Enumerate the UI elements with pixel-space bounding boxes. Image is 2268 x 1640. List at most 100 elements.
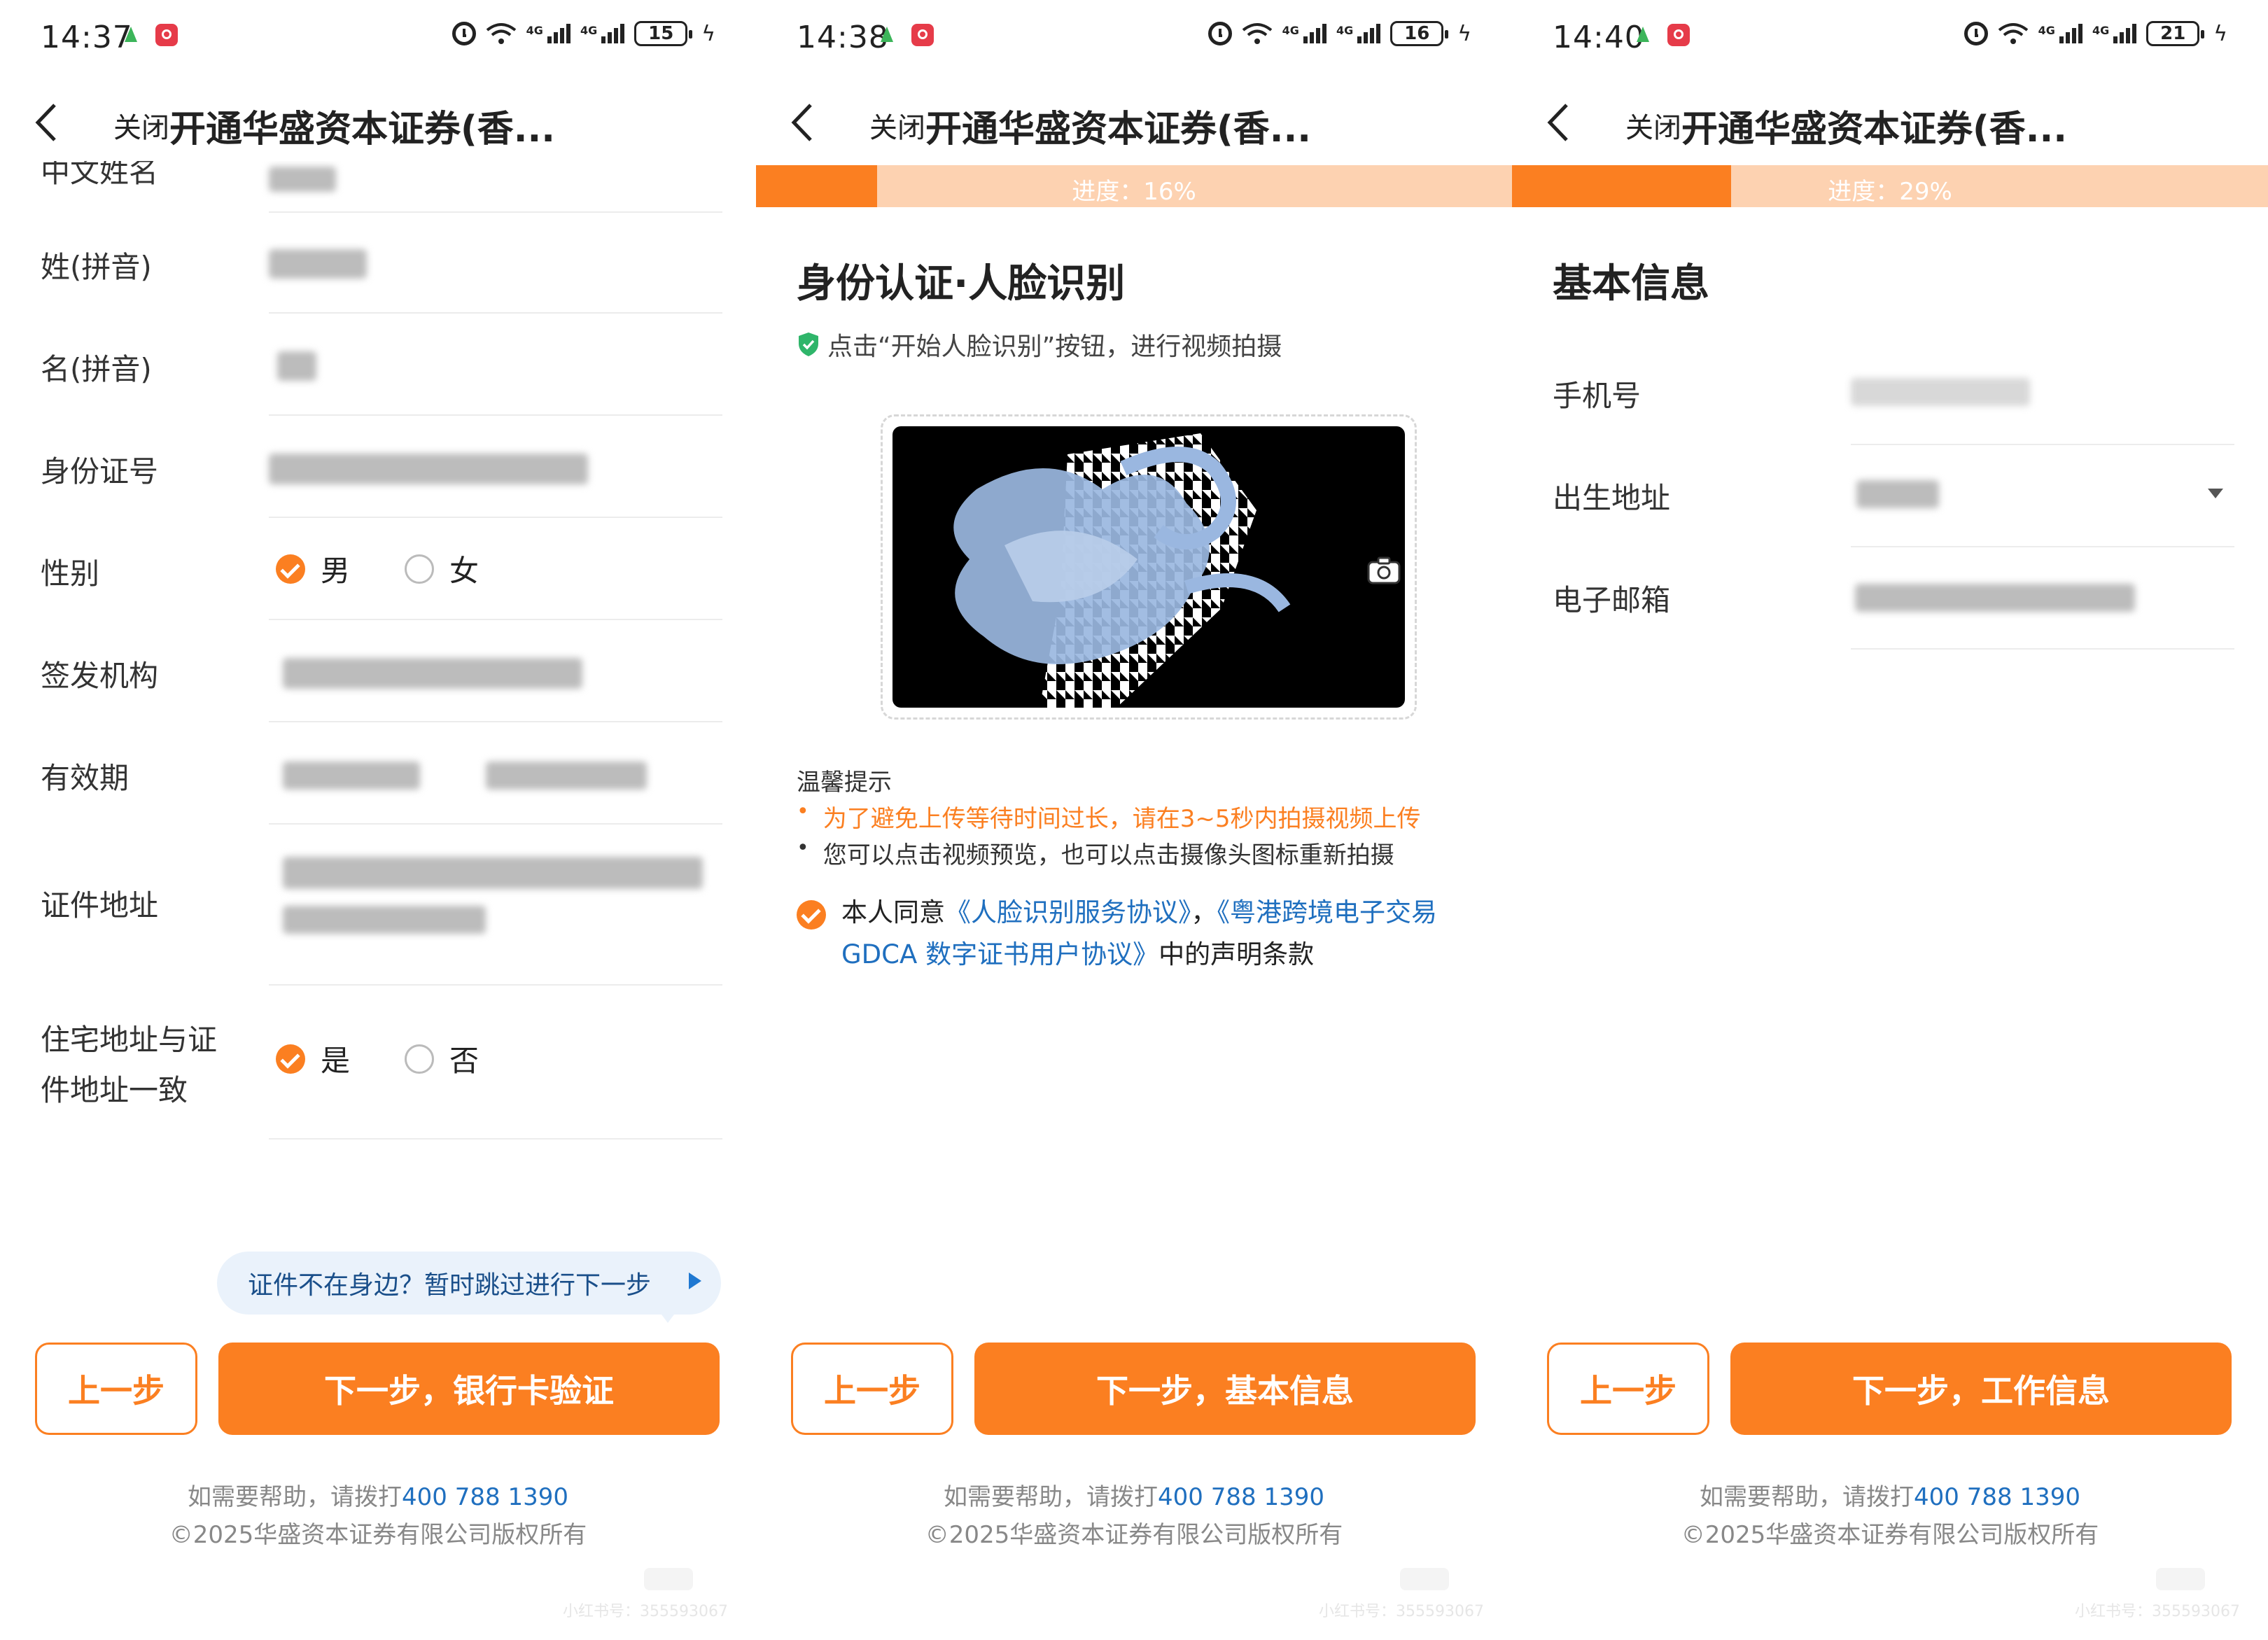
radio-checked-icon xyxy=(276,1044,305,1074)
signal-icon: 4G xyxy=(1282,24,1326,43)
signal-icon: 4G xyxy=(2038,24,2082,43)
agreement-checkbox[interactable] xyxy=(797,900,826,930)
help-phone-link[interactable]: 400 788 1390 xyxy=(1914,1483,2080,1511)
row-divider xyxy=(269,721,722,722)
row-divider xyxy=(1851,444,2234,445)
radio-unchecked-icon xyxy=(405,1044,434,1074)
help-text: 如需要帮助，请拨打 xyxy=(1700,1483,1914,1511)
watermark: 小红书号：355593067 xyxy=(563,1603,728,1620)
camera-icon[interactable] xyxy=(1367,556,1401,584)
instruction-hint: 点击“开始人脸识别”按钮，进行视频拍摄 xyxy=(797,326,1282,363)
next-step-button[interactable]: 下一步，银行卡验证 xyxy=(218,1343,720,1435)
gender-option-label: 男 xyxy=(321,554,351,588)
app-notification-icon xyxy=(1667,24,1690,46)
help-phone-link[interactable]: 400 788 1390 xyxy=(1158,1483,1324,1511)
gender-option-female[interactable]: 女 xyxy=(405,547,479,590)
copyright: ©2025华盛资本证券有限公司版权所有 xyxy=(169,1521,587,1549)
address-match-yes[interactable]: 是 xyxy=(276,1037,350,1080)
back-arrow-icon[interactable] xyxy=(34,102,59,143)
nav-header: 关闭 开通华盛资本证券(香... xyxy=(1512,84,2268,161)
page-title: 开通华盛资本证券(香... xyxy=(925,108,1312,150)
battery-icon: 16 xyxy=(1390,21,1449,46)
help-phone-link[interactable]: 400 788 1390 xyxy=(402,1483,568,1511)
close-link[interactable]: 关闭 xyxy=(869,105,925,146)
face-service-agreement-link[interactable]: 《人脸识别服务协议》 xyxy=(945,897,1191,927)
status-icons: 4G 4G 15 ϟ xyxy=(451,21,715,46)
signal-icon-2: 4G xyxy=(2092,24,2137,43)
battery-icon: 21 xyxy=(2146,21,2205,46)
field-label-issuing-authority: 签发机构 xyxy=(41,659,159,693)
id-address-input[interactable] xyxy=(283,857,703,889)
gender-option-male[interactable]: 男 xyxy=(276,547,350,590)
surname-input[interactable] xyxy=(269,249,367,279)
tips-title: 温馨提示 xyxy=(797,769,892,797)
row-divider xyxy=(269,312,722,314)
prev-step-button[interactable]: 上一步 xyxy=(35,1343,197,1435)
address-match-option-label: 是 xyxy=(321,1044,351,1078)
agreement-text: 本人同意《人脸识别服务协议》，《粤港跨境电子交易GDCA 数字证书用户协议》中的… xyxy=(841,892,1485,976)
wifi-icon xyxy=(1242,23,1272,44)
field-label-phone: 手机号 xyxy=(1553,379,1642,413)
alarm-icon xyxy=(1208,22,1232,45)
next-step-button[interactable]: 下一步，基本信息 xyxy=(974,1343,1476,1435)
field-label-gender: 性别 xyxy=(41,556,100,591)
back-arrow-icon[interactable] xyxy=(790,102,815,143)
help-line: 如需要帮助，请拨打400 788 1390 xyxy=(0,1478,756,1516)
battery-icon: 15 xyxy=(634,21,693,46)
status-bar: 14:40 4G 4G 21 ϟ xyxy=(1512,0,2268,77)
next-step-button[interactable]: 下一步，工作信息 xyxy=(1730,1343,2232,1435)
progress-bar: 进度：16% xyxy=(756,165,1512,207)
field-label-id-number: 身份证号 xyxy=(41,454,159,489)
video-thumbnail[interactable] xyxy=(892,426,1405,708)
nav-header: 关闭 开通华盛资本证券(香... xyxy=(0,84,756,161)
status-icons: 4G 4G 16 ϟ xyxy=(1208,21,1471,46)
address-match-no[interactable]: 否 xyxy=(405,1037,479,1080)
section-title: 基本信息 xyxy=(1553,261,1709,307)
page-title: 开通华盛资本证券(香... xyxy=(169,108,556,150)
close-link[interactable]: 关闭 xyxy=(113,105,169,146)
id-number-input[interactable] xyxy=(269,454,588,484)
gender-option-label: 女 xyxy=(449,554,479,588)
row-divider xyxy=(269,1138,722,1140)
validity-start-input[interactable] xyxy=(283,762,420,790)
dropdown-caret-icon[interactable] xyxy=(2208,489,2223,498)
row-divider xyxy=(1851,648,2234,650)
charging-icon: ϟ xyxy=(2213,21,2227,46)
video-preview-image xyxy=(953,433,1291,708)
row-divider xyxy=(269,619,722,620)
skip-step-text: 证件不在身边？暂时跳过进行下一步 xyxy=(248,1271,652,1300)
help-line: 如需要帮助，请拨打400 788 1390 xyxy=(756,1478,1512,1516)
screen-face-recognition: 14:38 4G 4G 16 ϟ 关闭 开通华盛资本证券(香... 进度：16%… xyxy=(756,0,1512,1640)
issuing-authority-input[interactable] xyxy=(283,658,582,689)
masked-value xyxy=(269,167,336,192)
progress-label: 进度：16% xyxy=(1072,178,1196,206)
agreement-prefix: 本人同意 xyxy=(841,897,945,927)
close-link[interactable]: 关闭 xyxy=(1625,105,1681,146)
row-divider xyxy=(269,984,722,986)
prev-step-button[interactable]: 上一步 xyxy=(791,1343,953,1435)
wifi-icon xyxy=(1998,23,2028,44)
footer: 如需要帮助，请拨打400 788 1390 ©2025华盛资本证券有限公司版权所… xyxy=(1512,1478,2268,1554)
email-input[interactable] xyxy=(1855,584,2135,612)
validity-end-input[interactable] xyxy=(486,762,647,790)
row-divider xyxy=(269,823,722,825)
back-arrow-icon[interactable] xyxy=(1546,102,1571,143)
footer: 如需要帮助，请拨打400 788 1390 ©2025华盛资本证券有限公司版权所… xyxy=(756,1478,1512,1554)
prev-step-button[interactable]: 上一步 xyxy=(1547,1343,1709,1435)
progress-bar: 进度：29% xyxy=(1512,165,2268,207)
signal-icon-2: 4G xyxy=(1336,24,1381,43)
form-scroll-area[interactable]: 中文姓名 姓(拼音) 名(拼音) 身份证号 性别 男 女 签发机构 有效期 证件… xyxy=(0,161,756,1253)
phone-input[interactable] xyxy=(1851,378,2030,406)
given-name-input[interactable] xyxy=(277,351,316,381)
field-label-address-match: 住宅地址与证件地址一致 xyxy=(41,1023,218,1107)
app-notification-icon xyxy=(155,24,178,46)
nav-header: 关闭 开通华盛资本证券(香... xyxy=(756,84,1512,161)
birthplace-select[interactable] xyxy=(1856,480,1939,508)
leaf-icon xyxy=(881,27,893,42)
watermark-logo xyxy=(1400,1568,1449,1590)
video-preview[interactable] xyxy=(881,414,1417,720)
footer: 如需要帮助，请拨打400 788 1390 ©2025华盛资本证券有限公司版权所… xyxy=(0,1478,756,1554)
skip-step-bubble[interactable]: 证件不在身边？暂时跳过进行下一步 xyxy=(217,1252,721,1323)
watermark: 小红书号：355593067 xyxy=(1319,1603,1484,1620)
tip-item: • 为了避免上传等待时间过长，请在3~5秒内拍摄视频上传 xyxy=(797,799,1420,834)
